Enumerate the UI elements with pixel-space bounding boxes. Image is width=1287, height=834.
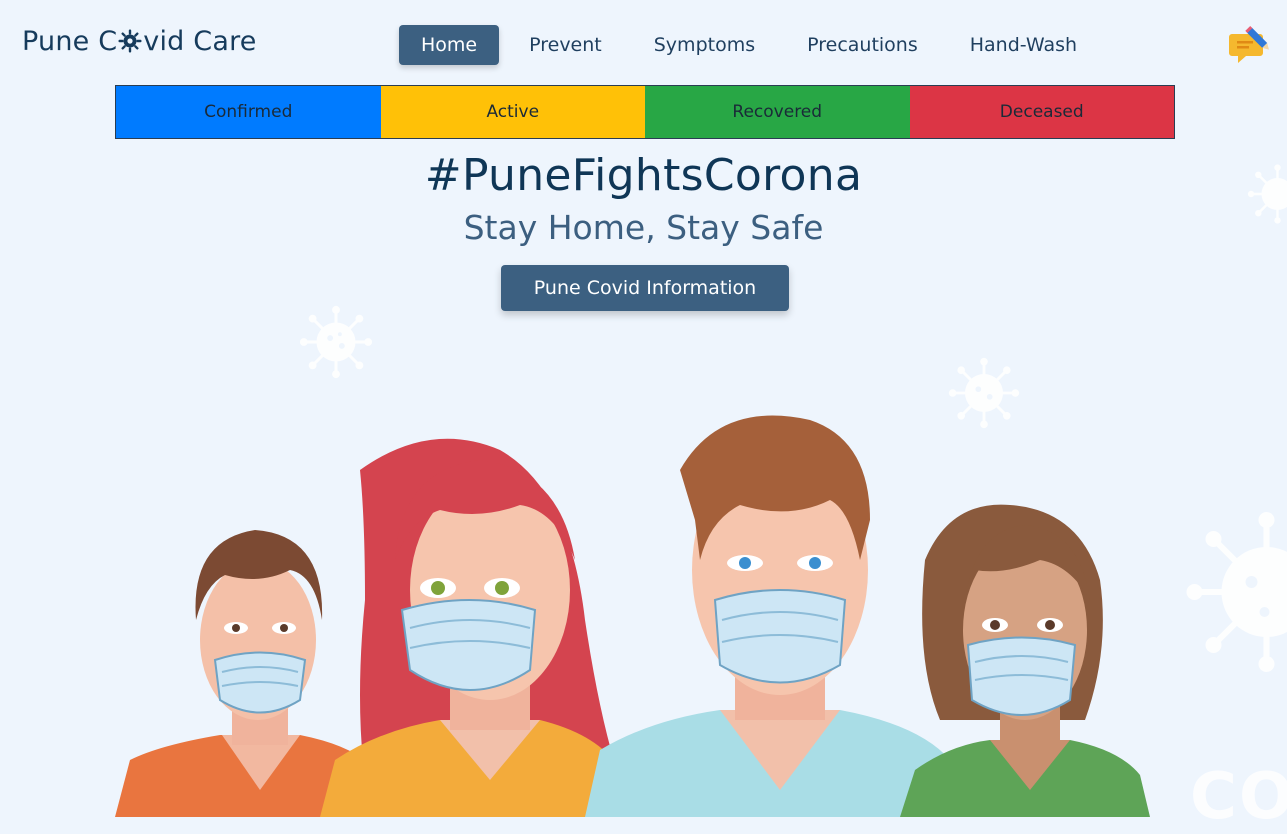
- person-girl: [320, 439, 630, 817]
- masked-people-illustration: [0, 0, 1287, 817]
- person-man: [585, 416, 970, 817]
- person-woman: [900, 505, 1150, 817]
